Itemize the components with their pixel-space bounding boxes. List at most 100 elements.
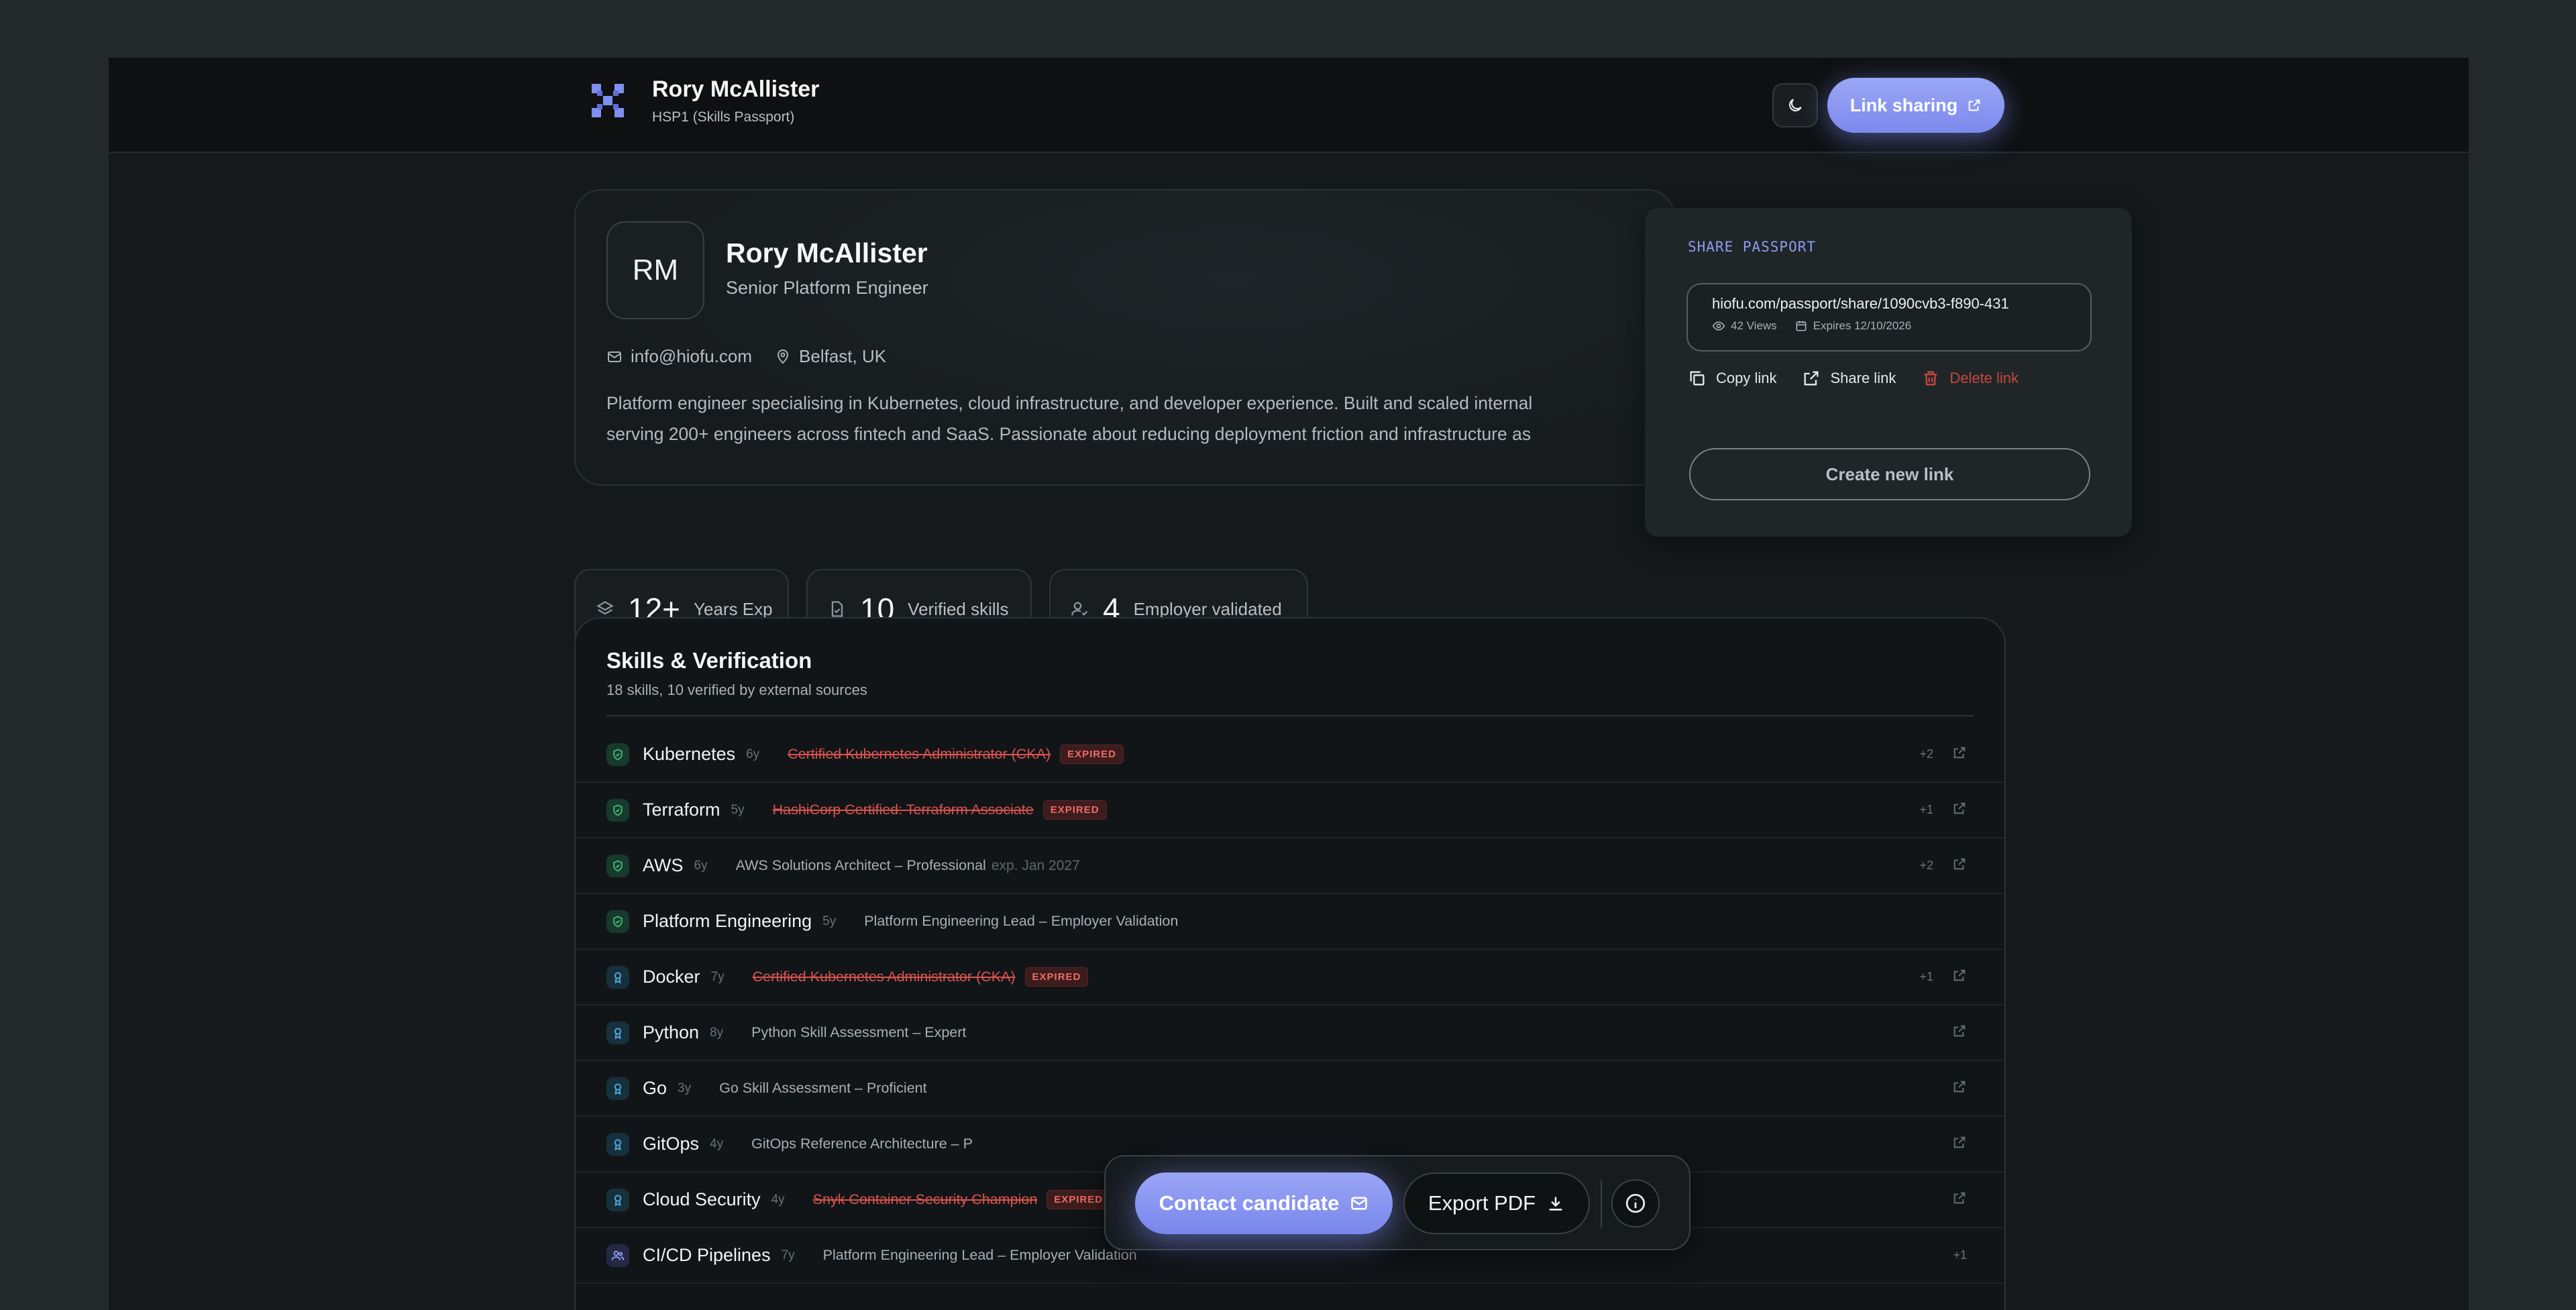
skill-certification: AWS Solutions Architect – Professional: [735, 857, 986, 873]
create-new-link-button[interactable]: Create new link: [1689, 448, 2090, 500]
skill-years: 4y: [771, 1192, 785, 1207]
email-text: info@hiofu.com: [631, 346, 753, 366]
skill-certification: Platform Engineering Lead – Employer Val…: [864, 913, 1179, 929]
contact-row: info@hiofu.com Belfast, UK: [606, 346, 886, 367]
profile-card: RM Rory McAllister Senior Platform Engin…: [574, 189, 1674, 486]
app-window: Rory McAllister HSP1 (Skills Passport) L…: [109, 58, 2469, 1310]
views-meta: 42 Views: [1712, 319, 1777, 333]
delete-link-button[interactable]: Delete link: [1921, 369, 2019, 388]
views-text: 42 Views: [1731, 319, 1777, 332]
skill-row[interactable]: Python 8y Python Skill Assessment – Expert: [576, 1005, 2004, 1061]
skill-name: Go: [643, 1078, 667, 1098]
info-button[interactable]: [1611, 1179, 1660, 1227]
expires-meta: Expires 12/10/2026: [1794, 319, 1912, 333]
share-popover: SHARE PASSPORT hiofu.com/passport/share/…: [1645, 208, 2132, 537]
copy-icon: [1690, 371, 1705, 386]
award-icon: [606, 1021, 629, 1044]
skill-row[interactable]: Platform Engineering 5y Platform Engineeri…: [576, 894, 2004, 950]
skills-subtitle: 18 skills, 10 verified by external sourc…: [606, 681, 867, 698]
external-link-icon[interactable]: [1952, 801, 1967, 819]
skill-row[interactable]: Go 3y Go Skill Assessment – Proficient: [576, 1061, 2004, 1117]
skill-name: Cloud Security: [643, 1189, 761, 1209]
location-item: Belfast, UK: [775, 346, 886, 367]
shield-check-icon: [606, 910, 629, 933]
export-pdf-button[interactable]: Export PDF: [1403, 1172, 1590, 1234]
skill-extra-count: +1: [1919, 803, 1933, 816]
header-subtitle: HSP1 (Skills Passport): [652, 109, 795, 125]
skill-certification: Snyk Container Security Champion: [812, 1191, 1038, 1207]
mail-icon: [1351, 1197, 1368, 1210]
award-icon: [606, 965, 629, 989]
bio-line-2: serving 200+ engineers across fintech an…: [606, 424, 1532, 444]
skill-certification: HashiCorp Certified: Terraform Associate: [772, 802, 1034, 818]
shield-check-icon: [606, 743, 629, 766]
divider: [606, 715, 1974, 716]
moon-icon: [1788, 99, 1802, 112]
skill-row[interactable]: Kubernetes 6y Certified Kubernetes Adminis…: [576, 727, 2004, 783]
skill-years: 5y: [822, 914, 837, 928]
skill-expiry: exp. Jan 2027: [991, 857, 1080, 873]
external-link-icon[interactable]: [1952, 968, 1967, 986]
share-meta: 42 Views Expires 12/10/2026: [1712, 319, 1911, 333]
skill-name: GitOps: [643, 1134, 700, 1154]
skill-certification: Python Skill Assessment – Expert: [751, 1024, 967, 1040]
share-url: hiofu.com/passport/share/1090cvb3-f890-4…: [1712, 295, 2009, 312]
skill-certification: Certified Kubernetes Administrator (CKA): [788, 746, 1051, 762]
export-pdf-label: Export PDF: [1428, 1191, 1536, 1215]
skill-certification: Go Skill Assessment – Proficient: [719, 1080, 927, 1096]
contact-candidate-button[interactable]: Contact candidate: [1135, 1172, 1393, 1234]
skill-years: 6y: [694, 858, 708, 873]
skill-name: CI/CD Pipelines: [643, 1245, 771, 1265]
stat-verified-label: Verified skills: [908, 598, 1009, 619]
skill-years: 5y: [731, 802, 745, 817]
shield-check-icon: [606, 854, 629, 877]
award-icon: [606, 1132, 629, 1156]
award-icon: [606, 1077, 629, 1100]
skill-row[interactable]: Docker 7y Certified Kubernetes Administrat…: [576, 950, 2004, 1005]
share-url-box[interactable]: hiofu.com/passport/share/1090cvb3-f890-4…: [1686, 283, 2092, 351]
external-link-icon[interactable]: [1952, 1024, 1967, 1042]
floating-action-bar: Contact candidate Export PDF: [1104, 1155, 1690, 1250]
external-link-icon[interactable]: [1952, 1135, 1967, 1153]
skill-certification: GitOps Reference Architecture – P: [751, 1136, 973, 1152]
skill-row[interactable]: Terraform 5y HashiCorp Certified: Terrafor…: [576, 783, 2004, 838]
skill-extra-count: +1: [1919, 970, 1933, 983]
stat-years-label: Years Exp: [694, 598, 773, 619]
share-actions: Copy link Share link Delete link: [1688, 369, 2019, 388]
external-link-icon: [1968, 99, 1980, 111]
link-sharing-button[interactable]: Link sharing: [1827, 78, 2004, 133]
external-link-icon[interactable]: [1952, 1191, 1967, 1209]
expired-badge: EXPIRED: [1046, 1190, 1111, 1209]
external-link-icon[interactable]: [1952, 1079, 1967, 1097]
skill-name: Terraform: [643, 800, 720, 820]
theme-toggle-button[interactable]: [1772, 83, 1818, 127]
skill-extra-count: +1: [1953, 1248, 1967, 1262]
email-item[interactable]: info@hiofu.com: [606, 346, 752, 367]
shield-check-icon: [606, 798, 629, 822]
skill-years: 8y: [710, 1025, 724, 1040]
eye-icon: [1712, 321, 1725, 331]
expires-text: Expires 12/10/2026: [1813, 319, 1912, 332]
profile-title: Senior Platform Engineer: [726, 278, 928, 298]
avatar: RM: [606, 221, 704, 319]
stat-employer-label: Employer validated: [1133, 598, 1282, 619]
external-link-icon[interactable]: [1952, 857, 1967, 875]
skills-title: Skills & Verification: [606, 648, 812, 673]
calendar-icon: [1796, 321, 1807, 331]
external-link-icon[interactable]: [1952, 745, 1967, 763]
skill-row[interactable]: AWS 6y AWS Solutions Architect – Professio…: [576, 838, 2004, 894]
top-bar: Rory McAllister HSP1 (Skills Passport) L…: [109, 58, 2469, 153]
location-text: Belfast, UK: [799, 346, 887, 366]
skill-years: 4y: [710, 1136, 724, 1151]
expired-badge: EXPIRED: [1042, 800, 1107, 820]
skill-name: Platform Engineering: [643, 911, 812, 931]
document-check-icon: [831, 601, 843, 617]
share-link-button[interactable]: Share link: [1802, 369, 1896, 388]
brand: Rory McAllister HSP1 (Skills Passport): [590, 76, 819, 125]
copy-link-button[interactable]: Copy link: [1688, 369, 1776, 388]
skill-years: 6y: [746, 747, 760, 761]
share-icon: [1804, 371, 1819, 386]
info-icon: [1625, 1193, 1646, 1213]
skill-years: 7y: [781, 1248, 795, 1262]
header-name: Rory McAllister: [652, 76, 820, 102]
